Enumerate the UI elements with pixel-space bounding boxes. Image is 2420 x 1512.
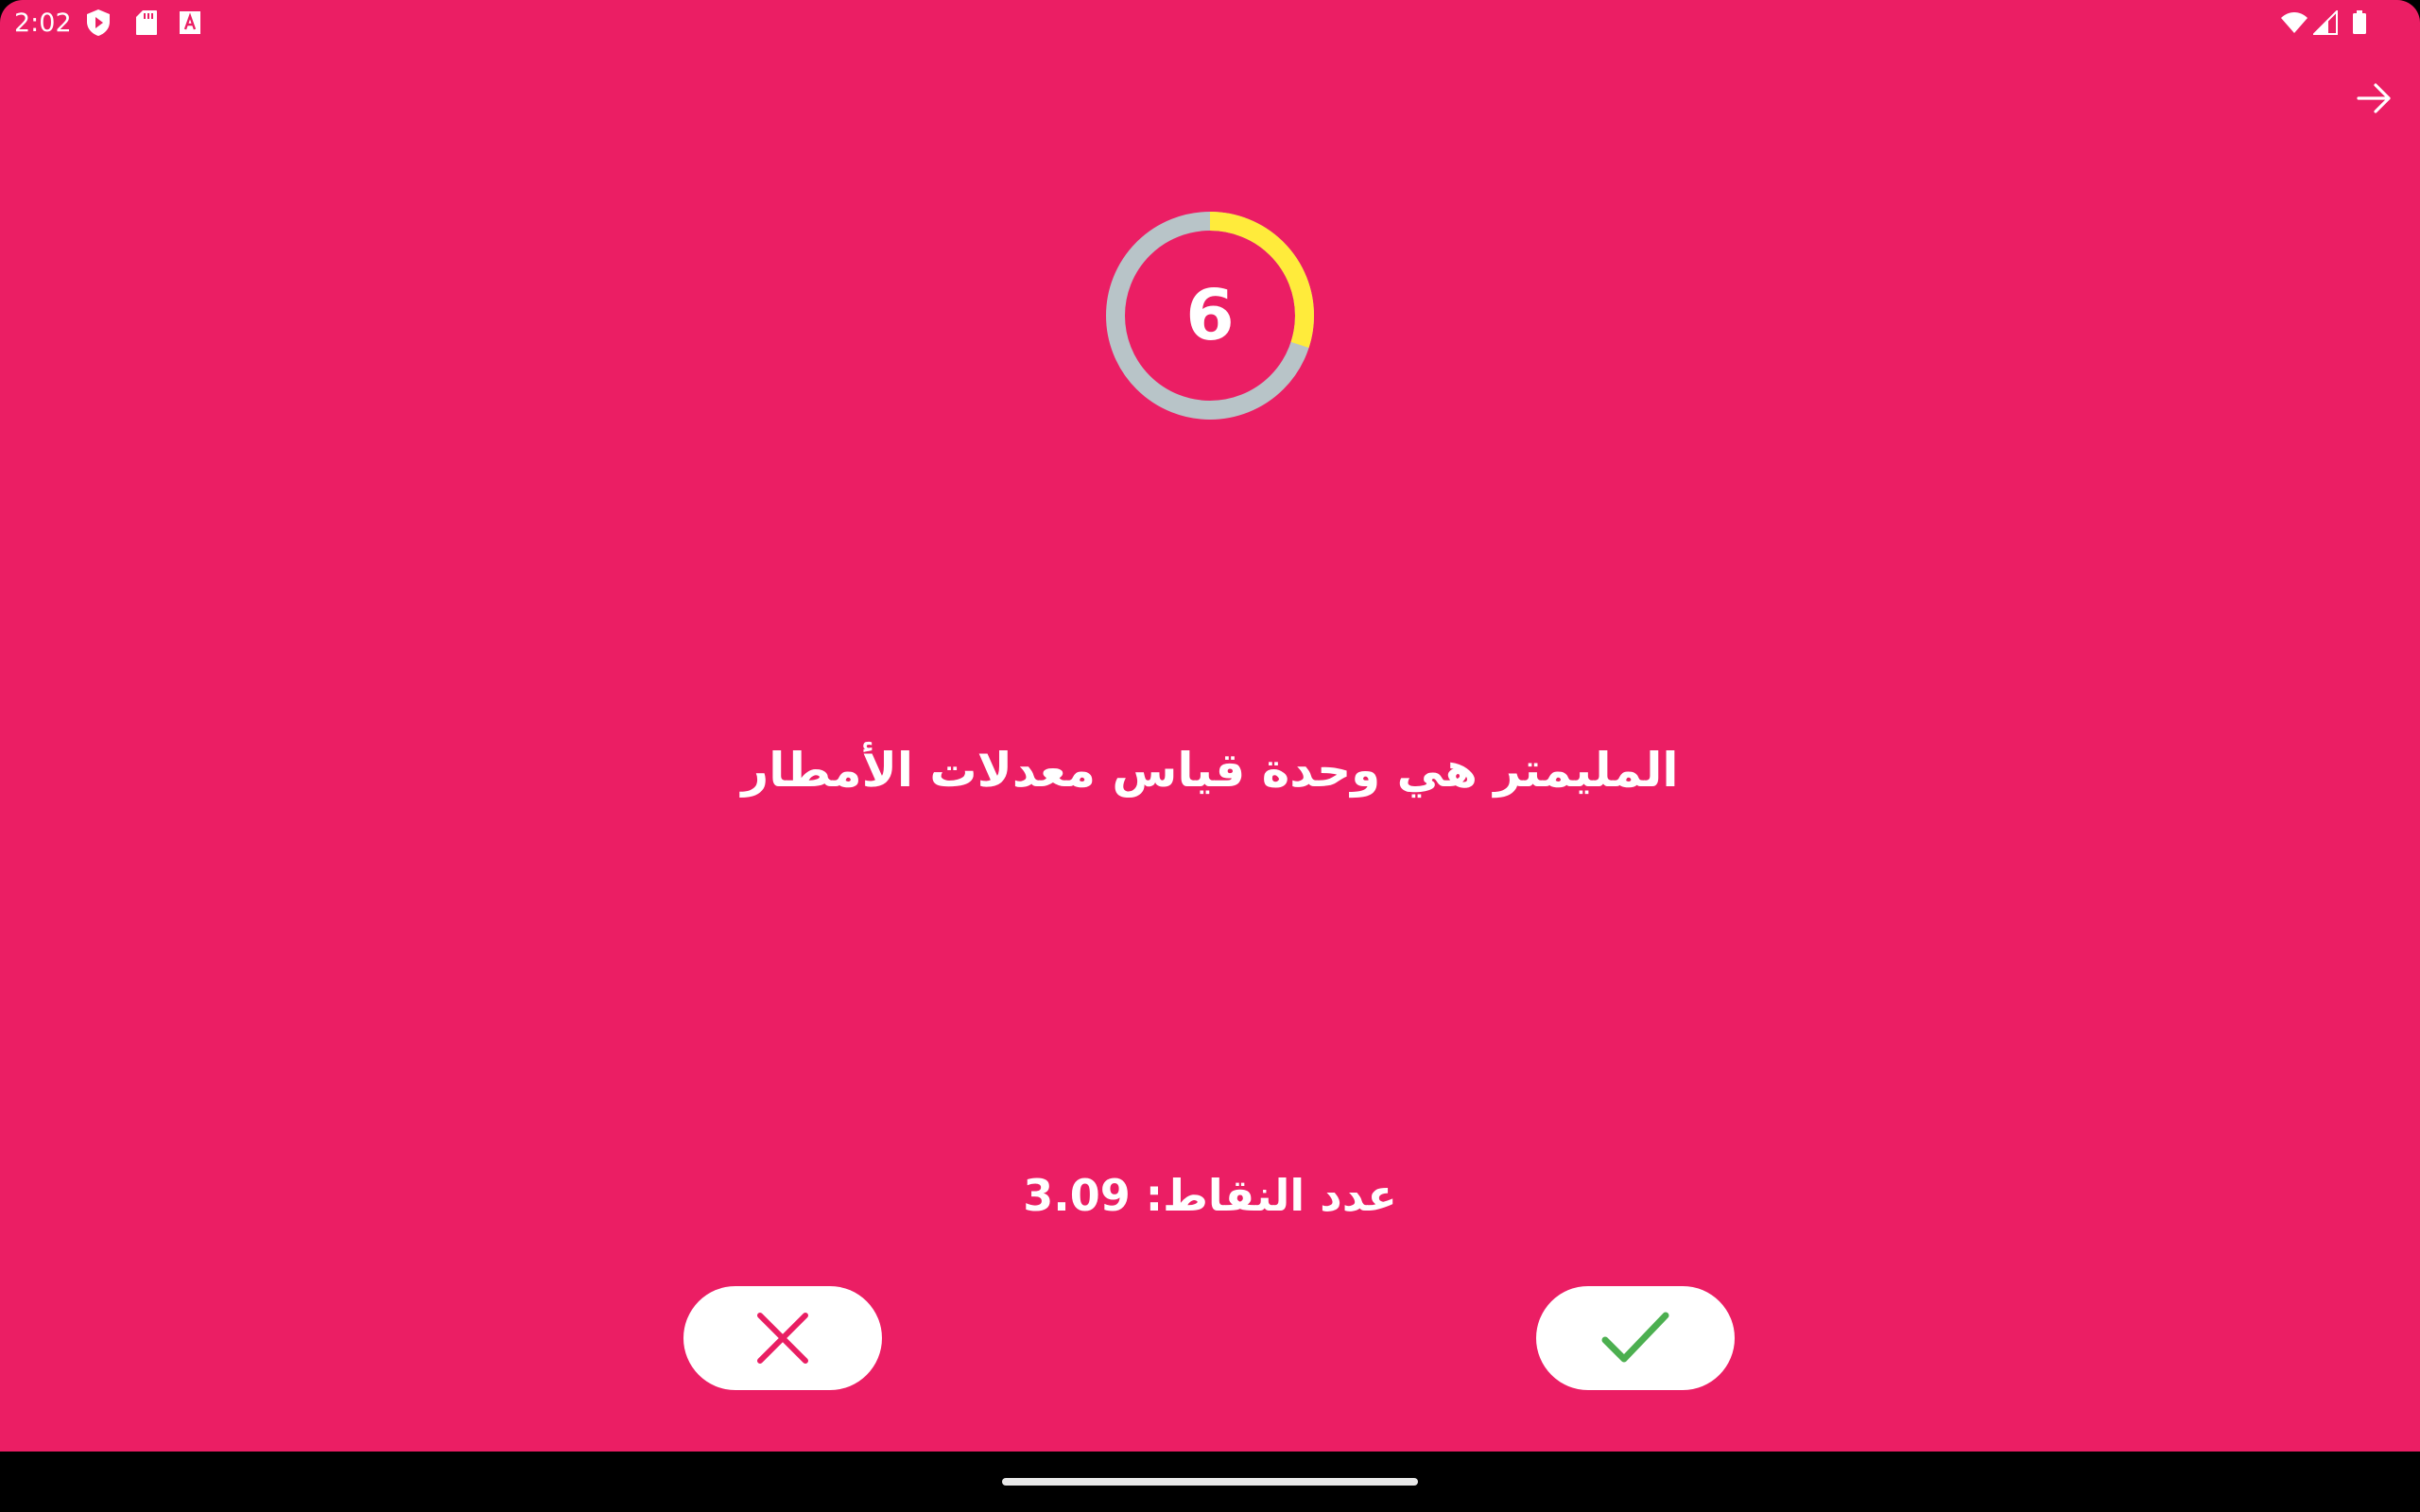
cell-signal-icon	[2311, 9, 2340, 37]
quiz-screen: 2:02 6 المليمتر هي وحدة قياس معدلات الأم…	[0, 0, 2420, 1452]
score-display: عدد النقاط: 3.09	[0, 1162, 2420, 1228]
check-icon	[1601, 1312, 1669, 1363]
wrong-answer-button[interactable]	[683, 1286, 882, 1390]
arrow-right-icon	[2357, 83, 2391, 113]
close-icon	[757, 1313, 808, 1364]
navigation-bar	[0, 1452, 2420, 1512]
status-bar: 2:02	[0, 0, 2420, 47]
shield-play-icon	[84, 9, 112, 37]
question-text: المليمتر هي وحدة قياس معدلات الأمطار	[741, 743, 1679, 798]
wifi-icon	[2280, 9, 2308, 37]
battery-icon	[2345, 9, 2374, 37]
countdown-timer: 6	[1104, 210, 1316, 421]
forward-button[interactable]	[2348, 72, 2401, 125]
sd-card-icon	[132, 9, 161, 37]
timer-value: 6	[1185, 275, 1235, 356]
font-a-icon	[176, 9, 204, 37]
status-time: 2:02	[14, 9, 72, 38]
home-gesture-handle[interactable]	[1002, 1478, 1418, 1486]
score-label: عدد النقاط:	[1145, 1170, 1397, 1221]
correct-answer-button[interactable]	[1536, 1286, 1735, 1390]
score-value: 3.09	[1023, 1170, 1131, 1221]
